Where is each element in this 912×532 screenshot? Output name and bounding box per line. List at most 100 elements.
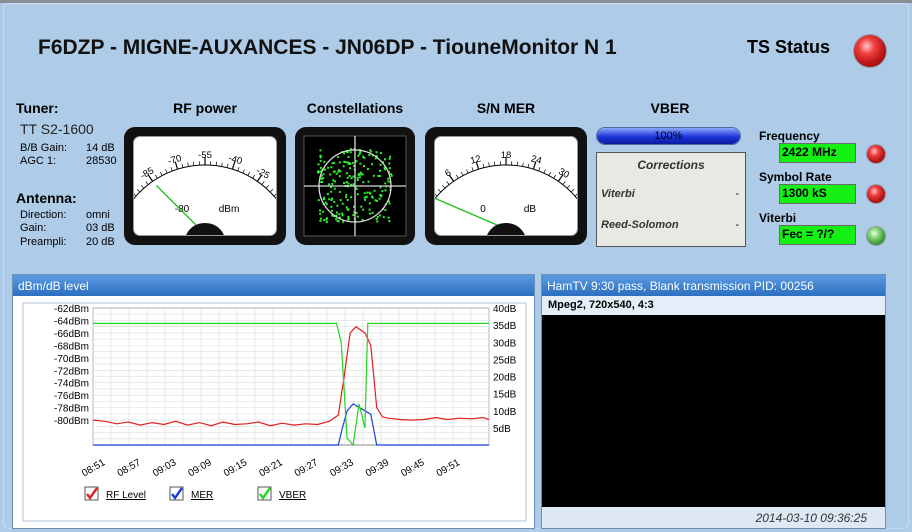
constellation-point bbox=[320, 180, 323, 183]
rf-scale-tick bbox=[242, 169, 245, 174]
constellation-point bbox=[360, 173, 363, 176]
constellation-point bbox=[357, 154, 360, 157]
constellation-point bbox=[362, 208, 365, 211]
constellation-point bbox=[344, 160, 347, 163]
constellation-point bbox=[348, 174, 351, 177]
constellation-point bbox=[323, 219, 326, 222]
legend-label[interactable]: VBER bbox=[279, 490, 306, 501]
constellation-point bbox=[379, 186, 382, 189]
constellation-point bbox=[364, 198, 367, 201]
mer-scale-tick bbox=[435, 193, 438, 197]
legend-label[interactable]: MER bbox=[191, 490, 213, 501]
constellation-point bbox=[319, 212, 322, 215]
constellation-point bbox=[319, 166, 322, 169]
mer-scale-tick bbox=[488, 162, 490, 167]
constellation-point bbox=[388, 220, 391, 223]
constellation-point bbox=[329, 173, 332, 176]
constellation-point bbox=[333, 187, 336, 190]
constellation-point bbox=[328, 198, 331, 201]
constellation-point bbox=[350, 177, 353, 180]
x-tick-label: 09:33 bbox=[328, 457, 356, 479]
mer-needle-hub bbox=[487, 223, 525, 235]
symbol-rate-led-icon bbox=[867, 185, 885, 203]
y-right-tick-label: 5dB bbox=[493, 424, 511, 435]
sn-mer-meter: 061218243036 dB 0 bbox=[425, 127, 587, 245]
constellation-point bbox=[333, 201, 336, 204]
constellation-point bbox=[330, 190, 333, 193]
y-left-tick-label: -70dBm bbox=[54, 354, 89, 365]
x-tick-label: 08:51 bbox=[80, 457, 108, 479]
constellation-point bbox=[355, 187, 358, 190]
vber-label: VBER bbox=[650, 100, 690, 116]
rf-scale-tick bbox=[265, 184, 269, 189]
rf-needle-hub bbox=[186, 223, 224, 235]
constellation-point bbox=[363, 165, 366, 168]
constellation-point bbox=[349, 151, 352, 154]
constellation-point bbox=[327, 166, 330, 169]
constellation-point bbox=[333, 180, 336, 183]
constellation-point bbox=[355, 211, 358, 214]
y-left-tick-label: -74dBm bbox=[54, 379, 89, 390]
mer-scale-label: 18 bbox=[501, 150, 512, 161]
constellation-point bbox=[368, 191, 371, 194]
antenna-heading: Antenna: bbox=[16, 190, 77, 206]
constellation-point bbox=[343, 152, 346, 155]
constellation-point bbox=[358, 153, 361, 156]
constellation-point bbox=[347, 182, 350, 185]
constellation-point bbox=[347, 218, 350, 221]
frequency-label: Frequency bbox=[759, 129, 820, 143]
viterbi-fec-value: Fec = ?/? bbox=[779, 225, 856, 245]
constellation-point bbox=[347, 208, 350, 211]
constellation-point bbox=[347, 155, 350, 158]
constellation-point bbox=[341, 214, 344, 217]
constellation-point bbox=[366, 191, 369, 194]
agc-value: 28530 bbox=[86, 155, 117, 167]
reed-solomon-value: - bbox=[735, 219, 739, 231]
constellation-point bbox=[365, 195, 368, 198]
tuner-model: TT S2-1600 bbox=[20, 121, 94, 137]
mer-scale-tick bbox=[543, 169, 546, 174]
mer-scale-tick bbox=[482, 163, 485, 168]
constellation-point bbox=[317, 199, 320, 202]
video-screen[interactable] bbox=[542, 315, 885, 507]
constellation-point bbox=[323, 160, 326, 163]
constellation-point bbox=[371, 211, 374, 214]
y-left-tick-label: -80dBm bbox=[54, 416, 89, 427]
mer-scale-tick bbox=[437, 188, 442, 193]
constellation-point bbox=[330, 166, 333, 169]
x-tick-label: 09:39 bbox=[364, 457, 392, 479]
constellation-point bbox=[377, 174, 380, 177]
y-left-tick-label: -72dBm bbox=[54, 366, 89, 377]
rf-scale-tick bbox=[160, 171, 163, 176]
symbol-rate-label: Symbol Rate bbox=[759, 170, 832, 184]
mer-scale-tick bbox=[548, 171, 551, 176]
mer-scale-arc bbox=[435, 164, 577, 200]
constellation-point bbox=[371, 195, 374, 198]
bb-gain-value: 14 dB bbox=[86, 142, 115, 154]
constellation-point bbox=[319, 209, 322, 212]
mer-value: 0 bbox=[480, 204, 486, 215]
mer-scale-tick bbox=[461, 171, 464, 176]
rf-scale-label: -25 bbox=[254, 165, 271, 181]
video-panel-header: HamTV 9:30 pass, Blank transmission PID:… bbox=[542, 275, 885, 296]
mer-scale-label: 24 bbox=[530, 153, 543, 166]
ts-status-label: TS Status bbox=[747, 37, 831, 57]
constellation-point bbox=[335, 211, 338, 214]
constellation-point bbox=[319, 219, 322, 222]
mer-scale-label: 30 bbox=[556, 166, 571, 181]
constellation-point bbox=[363, 192, 366, 195]
viterbi-correction-label: Viterbi bbox=[601, 188, 635, 200]
viterbi-correction-value: - bbox=[735, 188, 739, 200]
mer-scale-tick bbox=[471, 167, 474, 172]
symbol-rate-value: 1300 kS bbox=[779, 184, 856, 204]
constellation-point bbox=[341, 202, 344, 205]
legend-label[interactable]: RF Level bbox=[106, 490, 146, 501]
constellation-point bbox=[351, 161, 354, 164]
x-tick-label: 09:09 bbox=[187, 457, 215, 479]
constellation-point bbox=[379, 169, 382, 172]
ts-status-led-icon bbox=[854, 35, 886, 67]
corrections-title: Corrections bbox=[637, 158, 705, 172]
rf-scale-tick bbox=[187, 162, 189, 167]
x-tick-label: 09:15 bbox=[222, 457, 250, 479]
y-right-tick-label: 35dB bbox=[493, 321, 517, 332]
